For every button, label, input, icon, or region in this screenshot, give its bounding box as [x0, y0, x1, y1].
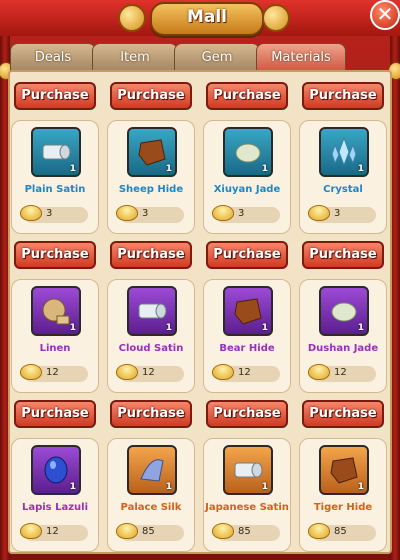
item-price: 3 — [238, 208, 245, 219]
item-card[interactable]: 1 Dushan Jade 12 — [299, 279, 387, 393]
gold-ingot-icon — [308, 364, 330, 380]
window-title: Mall — [186, 7, 228, 27]
item-quantity: 1 — [165, 482, 172, 492]
item-card[interactable]: 1 Xiuyan Jade 3 — [203, 120, 291, 234]
tab-gem[interactable]: Gem — [174, 43, 260, 71]
item-card[interactable]: 1 Sheep Hide 3 — [107, 120, 195, 234]
item-name: Tiger Hide — [313, 502, 373, 513]
item-name: Bear Hide — [219, 343, 275, 354]
purchase-button[interactable]: Purchase — [206, 241, 288, 269]
item-icon-frame[interactable]: 1 — [319, 127, 369, 177]
item-card[interactable]: 1 Plain Satin 3 — [11, 120, 99, 234]
item-price: 85 — [238, 526, 251, 537]
item-name: Lapis Lazuli — [21, 502, 89, 513]
gold-ingot-icon — [20, 523, 42, 539]
gold-ingot-icon — [20, 205, 42, 221]
title-bar: Mall ✕ — [0, 0, 400, 36]
item-icon-frame[interactable]: 1 — [31, 445, 81, 495]
item-icon-frame[interactable]: 1 — [223, 445, 273, 495]
purchase-button[interactable]: Purchase — [206, 82, 288, 110]
item-card[interactable]: 1 Crystal 3 — [299, 120, 387, 234]
item-icon-frame[interactable]: 1 — [223, 286, 273, 336]
gold-ingot-icon — [308, 205, 330, 221]
item-name: Japanese Satin — [205, 502, 289, 513]
item-price: 85 — [334, 526, 347, 537]
item-quantity: 1 — [69, 482, 76, 492]
item-icon-frame[interactable]: 1 — [319, 286, 369, 336]
item-quantity: 1 — [357, 323, 364, 333]
item-name: Cloud Satin — [118, 343, 184, 354]
gold-ingot-icon — [212, 364, 234, 380]
purchase-button[interactable]: Purchase — [302, 400, 384, 428]
gold-ingot-icon — [116, 523, 138, 539]
tab-bar: Deals Item Gem Materials — [10, 43, 390, 71]
item-price: 3 — [46, 208, 53, 219]
item-quantity: 1 — [165, 323, 172, 333]
item-quantity: 1 — [69, 164, 76, 174]
close-button[interactable]: ✕ — [370, 0, 400, 30]
item-price: 12 — [46, 367, 59, 378]
tab-deals[interactable]: Deals — [10, 43, 96, 71]
item-card[interactable]: 1 Bear Hide 12 — [203, 279, 291, 393]
item-card[interactable]: 1 Linen 12 — [11, 279, 99, 393]
gold-ingot-icon — [212, 523, 234, 539]
purchase-button[interactable]: Purchase — [110, 241, 192, 269]
item-icon-frame[interactable]: 1 — [31, 286, 81, 336]
gold-ingot-icon — [308, 523, 330, 539]
lucky-cat-icon — [118, 4, 146, 32]
item-quantity: 1 — [261, 164, 268, 174]
item-name: Crystal — [323, 184, 363, 195]
item-quantity: 1 — [261, 323, 268, 333]
item-name: Linen — [39, 343, 71, 354]
item-price: 12 — [334, 367, 347, 378]
item-price: 12 — [142, 367, 155, 378]
item-card[interactable]: 1 Tiger Hide 85 — [299, 438, 387, 552]
purchase-button[interactable]: Purchase — [302, 241, 384, 269]
purchase-button[interactable]: Purchase — [14, 241, 96, 269]
purchase-button[interactable]: Purchase — [14, 82, 96, 110]
gold-ingot-icon — [116, 364, 138, 380]
tab-item[interactable]: Item — [92, 43, 178, 71]
purchase-button[interactable]: Purchase — [14, 400, 96, 428]
tab-materials[interactable]: Materials — [256, 43, 346, 71]
item-card[interactable]: 1 Japanese Satin 85 — [203, 438, 291, 552]
item-name: Plain Satin — [24, 184, 86, 195]
purchase-button[interactable]: Purchase — [110, 82, 192, 110]
item-price: 3 — [334, 208, 341, 219]
purchase-button[interactable]: Purchase — [110, 400, 192, 428]
item-price: 3 — [142, 208, 149, 219]
item-icon-frame[interactable]: 1 — [31, 127, 81, 177]
item-icon-frame[interactable]: 1 — [223, 127, 273, 177]
item-quantity: 1 — [165, 164, 172, 174]
item-price: 85 — [142, 526, 155, 537]
gold-ingot-icon — [116, 205, 138, 221]
item-name: Dushan Jade — [307, 343, 379, 354]
item-card[interactable]: 1 Lapis Lazuli 12 — [11, 438, 99, 552]
item-icon-frame[interactable]: 1 — [127, 127, 177, 177]
gold-ingot-icon — [212, 205, 234, 221]
item-quantity: 1 — [357, 482, 364, 492]
item-price: 12 — [238, 367, 251, 378]
title-plate: Mall — [150, 2, 264, 36]
item-name: Xiuyan Jade — [213, 184, 281, 195]
gold-ingot-icon — [20, 364, 42, 380]
item-icon-frame[interactable]: 1 — [127, 445, 177, 495]
item-quantity: 1 — [69, 323, 76, 333]
purchase-button[interactable]: Purchase — [206, 400, 288, 428]
item-card[interactable]: 1 Palace Silk 85 — [107, 438, 195, 552]
item-icon-frame[interactable]: 1 — [319, 445, 369, 495]
item-icon-frame[interactable]: 1 — [127, 286, 177, 336]
item-price: 12 — [46, 526, 59, 537]
item-name: Palace Silk — [120, 502, 182, 513]
item-card[interactable]: 1 Cloud Satin 12 — [107, 279, 195, 393]
purchase-button[interactable]: Purchase — [302, 82, 384, 110]
gold-ingot-icon — [262, 4, 290, 32]
item-quantity: 1 — [261, 482, 268, 492]
item-quantity: 1 — [357, 164, 364, 174]
item-name: Sheep Hide — [118, 184, 184, 195]
